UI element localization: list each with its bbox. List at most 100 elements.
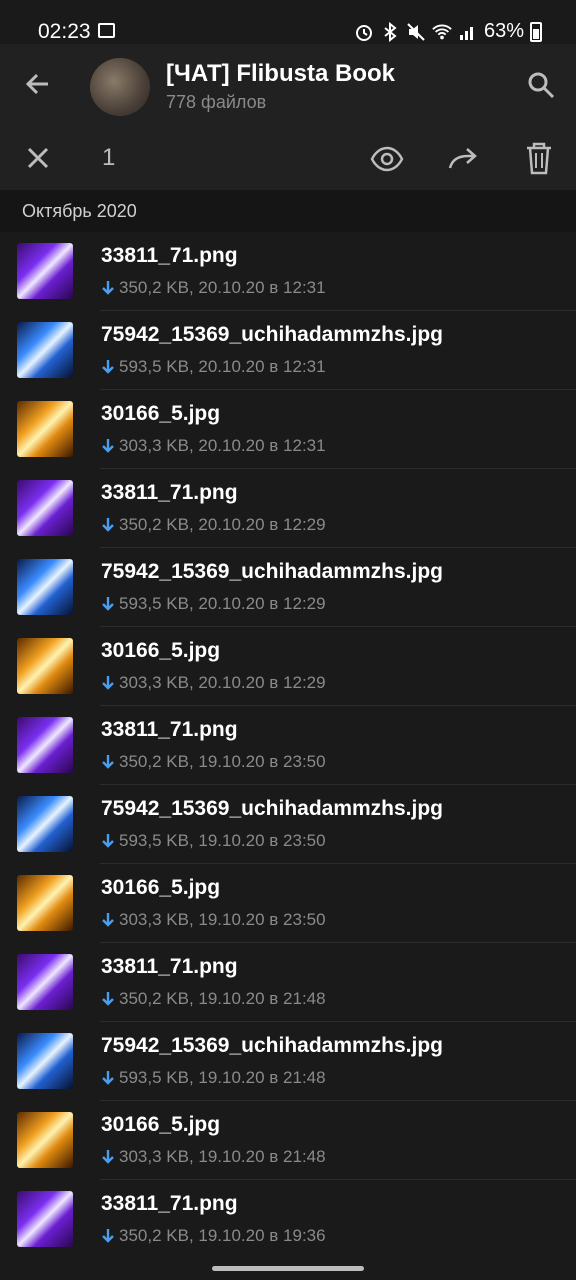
close-icon[interactable]: [24, 144, 52, 172]
download-arrow-icon: [102, 913, 114, 927]
file-name: 33811_71.png: [101, 955, 238, 978]
file-list: 33811_71.png 350,2 KB, 20.10.20 в 12:31 75…: [0, 232, 576, 1259]
file-meta: 593,5 KB, 20.10.20 в 12:31: [101, 357, 326, 377]
file-thumbnail[interactable]: [17, 1112, 73, 1168]
download-arrow-icon: [102, 360, 114, 374]
file-size-date: 593,5 KB, 19.10.20 в 23:50: [119, 831, 326, 850]
file-thumbnail[interactable]: [17, 243, 73, 299]
mute-icon: [406, 22, 426, 42]
file-name: 30166_5.jpg: [101, 1113, 221, 1136]
file-thumbnail[interactable]: [17, 322, 73, 378]
search-icon[interactable]: [526, 70, 556, 100]
file-name: 30166_5.jpg: [101, 639, 221, 662]
file-size-date: 350,2 KB, 19.10.20 в 19:36: [119, 1226, 326, 1245]
file-thumbnail[interactable]: [17, 480, 73, 536]
file-size-date: 350,2 KB, 19.10.20 в 23:50: [119, 752, 326, 771]
file-row[interactable]: 75942_15369_uchihadammzhs.jpg 593,5 KB, 1…: [0, 785, 576, 864]
file-row[interactable]: 75942_15369_uchihadammzhs.jpg 593,5 KB, 2…: [0, 311, 576, 390]
bluetooth-icon: [380, 21, 400, 42]
file-thumbnail[interactable]: [17, 559, 73, 615]
file-thumbnail[interactable]: [17, 954, 73, 1010]
file-size-date: 593,5 KB, 20.10.20 в 12:29: [119, 594, 326, 613]
file-row[interactable]: 30166_5.jpg 303,3 KB, 19.10.20 в 23:50: [0, 864, 576, 943]
file-meta: 303,3 KB, 20.10.20 в 12:29: [101, 673, 326, 693]
file-row[interactable]: 30166_5.jpg 303,3 KB, 20.10.20 в 12:31: [0, 390, 576, 469]
download-arrow-icon: [102, 439, 114, 453]
month-section-header: Октябрь 2020: [0, 190, 576, 232]
home-gesture-handle[interactable]: [212, 1266, 364, 1271]
file-row[interactable]: 33811_71.png 350,2 KB, 20.10.20 в 12:29: [0, 469, 576, 548]
selection-action-bar: 1: [0, 128, 576, 190]
file-row[interactable]: 33811_71.png 350,2 KB, 19.10.20 в 21:48: [0, 943, 576, 1022]
file-name: 33811_71.png: [101, 244, 238, 267]
month-label: Октябрь 2020: [22, 201, 137, 221]
selected-count: 1: [102, 144, 116, 171]
download-arrow-icon: [102, 518, 114, 532]
file-meta: 350,2 KB, 19.10.20 в 19:36: [101, 1226, 326, 1246]
file-meta: 593,5 KB, 19.10.20 в 23:50: [101, 831, 326, 851]
back-arrow-icon[interactable]: [22, 68, 54, 100]
file-name: 75942_15369_uchihadammzhs.jpg: [101, 1034, 444, 1057]
download-arrow-icon: [102, 1150, 114, 1164]
file-name: 33811_71.png: [101, 1192, 238, 1215]
file-row[interactable]: 30166_5.jpg 303,3 KB, 20.10.20 в 12:29: [0, 627, 576, 706]
file-thumbnail[interactable]: [17, 1191, 73, 1247]
chat-header: [ЧАТ] Flibusta Book 778 файлов: [0, 44, 576, 128]
file-name: 75942_15369_uchihadammzhs.jpg: [101, 797, 444, 820]
file-row[interactable]: 75942_15369_uchihadammzhs.jpg 593,5 KB, 1…: [0, 1022, 576, 1101]
download-arrow-icon: [102, 992, 114, 1006]
download-arrow-icon: [102, 834, 114, 848]
file-row[interactable]: 33811_71.png 350,2 KB, 19.10.20 в 23:50: [0, 706, 576, 785]
battery-percent: 63%: [483, 20, 524, 42]
eye-icon[interactable]: [370, 142, 404, 176]
file-thumbnail[interactable]: [17, 717, 73, 773]
file-row[interactable]: 33811_71.png 350,2 KB, 20.10.20 в 12:31: [0, 232, 576, 311]
download-arrow-icon: [102, 281, 114, 295]
forward-icon[interactable]: [446, 142, 480, 176]
files-count: 778 файлов: [166, 92, 267, 112]
file-thumbnail[interactable]: [17, 401, 73, 457]
file-size-date: 303,3 KB, 19.10.20 в 21:48: [119, 1147, 326, 1166]
download-arrow-icon: [102, 597, 114, 611]
file-name: 30166_5.jpg: [101, 876, 221, 899]
file-meta: 350,2 KB, 19.10.20 в 23:50: [101, 752, 326, 772]
file-meta: 350,2 KB, 20.10.20 в 12:31: [101, 278, 326, 298]
download-arrow-icon: [102, 1229, 114, 1243]
navigation-bar: [0, 1258, 576, 1280]
battery-icon: [530, 21, 542, 42]
file-size-date: 593,5 KB, 19.10.20 в 21:48: [119, 1068, 326, 1087]
file-name: 75942_15369_uchihadammzhs.jpg: [101, 323, 444, 346]
file-thumbnail[interactable]: [17, 638, 73, 694]
file-row[interactable]: 75942_15369_uchihadammzhs.jpg 593,5 KB, 2…: [0, 548, 576, 627]
file-size-date: 350,2 KB, 20.10.20 в 12:31: [119, 278, 326, 297]
file-size-date: 593,5 KB, 20.10.20 в 12:31: [119, 357, 326, 376]
file-thumbnail[interactable]: [17, 796, 73, 852]
file-thumbnail[interactable]: [17, 1033, 73, 1089]
file-meta: 593,5 KB, 20.10.20 в 12:29: [101, 594, 326, 614]
chat-title[interactable]: [ЧАТ] Flibusta Book: [166, 60, 395, 88]
file-meta: 593,5 KB, 19.10.20 в 21:48: [101, 1068, 326, 1088]
file-size-date: 303,3 KB, 20.10.20 в 12:29: [119, 673, 326, 692]
file-name: 30166_5.jpg: [101, 402, 221, 425]
file-meta: 303,3 KB, 20.10.20 в 12:31: [101, 436, 326, 456]
status-icons: 63%: [354, 20, 542, 43]
file-size-date: 350,2 KB, 19.10.20 в 21:48: [119, 989, 326, 1008]
file-thumbnail[interactable]: [17, 875, 73, 931]
file-name: 33811_71.png: [101, 718, 238, 741]
file-row[interactable]: 33811_71.png 350,2 KB, 19.10.20 в 19:36: [0, 1180, 576, 1259]
file-row[interactable]: 30166_5.jpg 303,3 KB, 19.10.20 в 21:48: [0, 1101, 576, 1180]
status-time: 02:23: [38, 20, 91, 43]
file-size-date: 303,3 KB, 19.10.20 в 23:50: [119, 910, 326, 929]
file-meta: 350,2 KB, 19.10.20 в 21:48: [101, 989, 326, 1009]
trash-icon[interactable]: [522, 140, 556, 176]
chat-avatar[interactable]: [90, 58, 150, 116]
wifi-icon: [432, 22, 452, 42]
file-meta: 303,3 KB, 19.10.20 в 21:48: [101, 1147, 326, 1167]
file-name: 75942_15369_uchihadammzhs.jpg: [101, 560, 444, 583]
signal-icon: [458, 22, 478, 42]
gallery-icon: [98, 23, 115, 38]
file-size-date: 303,3 KB, 20.10.20 в 12:31: [119, 436, 326, 455]
file-name: 33811_71.png: [101, 481, 238, 504]
download-arrow-icon: [102, 755, 114, 769]
download-arrow-icon: [102, 676, 114, 690]
